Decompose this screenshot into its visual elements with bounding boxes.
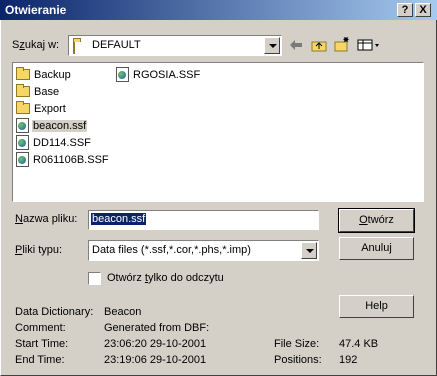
filename-label: Nazwa pliku: xyxy=(15,213,78,225)
lookin-label: Szukaj w: xyxy=(12,39,60,51)
file-size-label: File Size: xyxy=(274,338,320,350)
file-list[interactable]: Backup Base Export beacon.ssf DD114.SSF … xyxy=(12,62,424,202)
readonly-checkbox[interactable] xyxy=(88,272,101,285)
start-time-value: 23:06:20 29-10-2001 xyxy=(104,338,207,350)
filetype-value: Data files (*.ssf,*.cor,*.phs,*.imp) xyxy=(92,244,251,256)
ssf-file-icon xyxy=(116,67,129,82)
chevron-down-icon[interactable] xyxy=(301,242,317,259)
filetype-label: Pliki typu: xyxy=(15,244,63,256)
back-arrow-icon[interactable] xyxy=(287,37,305,53)
list-item-selected[interactable]: beacon.ssf xyxy=(16,117,110,134)
folder-icon xyxy=(73,40,75,54)
comment-label: Comment: xyxy=(15,322,66,334)
help-button[interactable]: Help xyxy=(339,295,414,318)
file-column-2: RGOSIA.SSF xyxy=(116,66,201,83)
folder-icon xyxy=(16,101,30,114)
list-item[interactable]: Base xyxy=(16,83,110,100)
ssf-file-icon xyxy=(16,118,29,133)
folder-icon xyxy=(16,67,30,80)
folder-icon xyxy=(16,84,30,97)
cancel-button[interactable]: Anuluj xyxy=(339,237,414,260)
title-bar[interactable]: Otwieranie ? X xyxy=(0,0,437,20)
positions-label: Positions: xyxy=(274,354,322,366)
list-item[interactable]: RGOSIA.SSF xyxy=(116,66,201,83)
file-column-1: Backup Base Export beacon.ssf DD114.SSF … xyxy=(16,66,110,168)
end-time-label: End Time: xyxy=(15,354,65,366)
window-title: Otwieranie xyxy=(5,3,67,17)
positions-value: 192 xyxy=(339,354,358,366)
new-folder-icon[interactable] xyxy=(333,36,351,52)
filename-value: beacon.ssf xyxy=(91,213,147,225)
data-dictionary-value: Beacon xyxy=(104,306,142,318)
filename-input[interactable]: beacon.ssf xyxy=(88,210,319,230)
start-time-label: Start Time: xyxy=(15,338,69,350)
ssf-file-icon xyxy=(16,152,29,167)
readonly-label[interactable]: Otwórz tylko do odczytu xyxy=(107,272,224,284)
list-item[interactable]: Export xyxy=(16,100,110,117)
filetype-dropdown[interactable]: Data files (*.ssf,*.cor,*.phs,*.imp) xyxy=(88,240,319,261)
ssf-file-icon xyxy=(16,135,29,150)
help-title-button[interactable]: ? xyxy=(397,3,413,17)
lookin-value: DEFAULT xyxy=(92,39,141,51)
lookin-dropdown[interactable]: DEFAULT xyxy=(68,35,282,56)
file-size-value: 47.4 KB xyxy=(339,338,379,350)
list-item[interactable]: Backup xyxy=(16,66,110,83)
chevron-down-icon[interactable] xyxy=(264,37,280,54)
end-time-value: 23:19:06 29-10-2001 xyxy=(104,354,207,366)
close-button[interactable]: X xyxy=(415,3,431,17)
comment-value: Generated from DBF: xyxy=(104,322,210,334)
view-menu-icon[interactable] xyxy=(356,37,382,53)
open-button[interactable]: Otwórz xyxy=(338,208,415,233)
up-folder-icon[interactable] xyxy=(310,37,328,53)
list-item[interactable]: R061106B.SSF xyxy=(16,151,110,168)
data-dictionary-label: Data Dictionary: xyxy=(15,306,94,318)
list-item[interactable]: DD114.SSF xyxy=(16,134,110,151)
